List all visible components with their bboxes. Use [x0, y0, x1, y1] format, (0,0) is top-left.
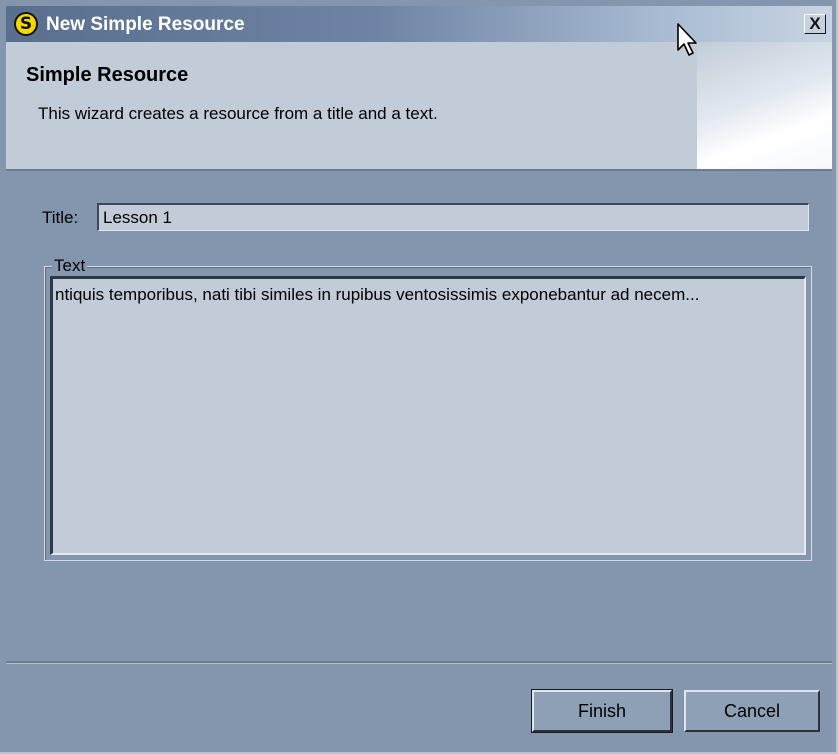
finish-button[interactable]: Finish	[531, 689, 673, 733]
page-description: This wizard creates a resource from a ti…	[38, 104, 438, 123]
title-bar[interactable]: S New Simple Resource X	[6, 6, 832, 42]
close-icon[interactable]: X	[804, 14, 826, 34]
text-area[interactable]: ntiquis temporibus, nati tibi similes in…	[50, 276, 806, 555]
text-group-label: Text	[52, 256, 88, 276]
title-label: Title:	[42, 208, 79, 227]
window-title: New Simple Resource	[46, 14, 245, 35]
page-title: Simple Resource	[26, 64, 189, 86]
wizard-banner: Simple Resource This wizard creates a re…	[6, 42, 832, 170]
cancel-button[interactable]: Cancel	[684, 690, 820, 732]
s-logo-icon: S	[14, 12, 38, 36]
button-bar-divider	[6, 661, 832, 664]
banner-divider	[6, 169, 832, 171]
title-input[interactable]: Lesson 1	[97, 203, 809, 231]
banner-image	[697, 42, 832, 169]
mouse-pointer-icon	[677, 23, 697, 56]
wizard-dialog: S New Simple Resource X Simple Resource …	[0, 0, 838, 754]
